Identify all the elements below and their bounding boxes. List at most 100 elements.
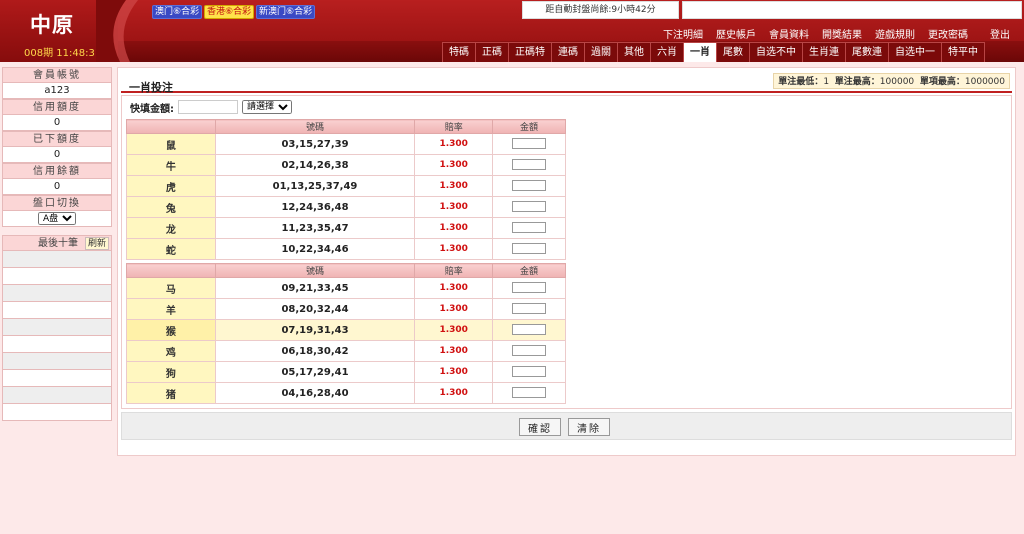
tab-other[interactable]: 其他: [617, 42, 650, 62]
bet-form: 快填金額: 請選擇 號碼 賠率 金額 鼠 03,15,27,39 1.300 牛…: [121, 95, 1012, 409]
amount-input[interactable]: [512, 365, 547, 377]
confirm-button[interactable]: 確認: [519, 418, 561, 436]
zodiac-name: 龙: [126, 217, 216, 239]
recent-bets: 最後十筆 刷新: [2, 235, 112, 421]
table-row: 龙 11,23,35,47 1.300: [126, 217, 566, 239]
link-change-password[interactable]: 更改密碼: [928, 26, 968, 41]
game-button-hongkong[interactable]: 香港⑥合彩: [204, 5, 255, 19]
tab-six-zodiac[interactable]: 六肖: [650, 42, 683, 62]
zodiac-name: 蛇: [126, 238, 216, 260]
zodiac-numbers: 12,24,36,48: [214, 196, 416, 218]
amount-cell: [492, 196, 566, 218]
game-button-macau[interactable]: 澳门⑥合彩: [152, 5, 203, 19]
zodiac-numbers: 07,19,31,43: [214, 319, 416, 341]
zodiac-odds[interactable]: 1.300: [414, 361, 494, 383]
line-switch-cell: A盘: [2, 211, 112, 227]
amount-cell: [492, 319, 566, 341]
logo: 中原: [30, 13, 74, 37]
tab-zodiac-link[interactable]: 生肖連: [802, 42, 845, 62]
col-numbers: 號碼: [214, 263, 416, 278]
amount-cell: [492, 340, 566, 362]
amount-input[interactable]: [512, 344, 547, 356]
amount-cell: [492, 217, 566, 239]
period-clock: 008期 11:48:31: [24, 48, 102, 59]
bet-panel: 一肖投注 單注最低：1 單注最高：100000 單項最高：1000000 快填金…: [117, 67, 1016, 456]
placed-label: 已下額度: [2, 131, 112, 147]
amount-input[interactable]: [512, 158, 547, 170]
announcement-marquee: [682, 1, 1022, 19]
amount-input[interactable]: [512, 200, 547, 212]
refresh-button[interactable]: 刷新: [84, 237, 109, 250]
zodiac-odds[interactable]: 1.300: [414, 196, 494, 218]
zodiac-odds[interactable]: 1.300: [414, 133, 494, 155]
tab-tail-number[interactable]: 尾數: [716, 42, 749, 62]
zodiac-odds[interactable]: 1.300: [414, 382, 494, 404]
tab-custom-miss[interactable]: 自选不中: [749, 42, 802, 62]
amount-input[interactable]: [512, 281, 547, 293]
zodiac-numbers: 02,14,26,38: [214, 154, 416, 176]
link-game-rules[interactable]: 遊戲規則: [875, 26, 915, 41]
clear-button[interactable]: 清除: [568, 418, 610, 436]
tab-normal[interactable]: 正碼: [475, 42, 508, 62]
zodiac-odds[interactable]: 1.300: [414, 298, 494, 320]
tab-parlay[interactable]: 過關: [584, 42, 617, 62]
link-bet-details[interactable]: 下注明細: [663, 26, 703, 41]
credit-label: 信用額度: [2, 99, 112, 115]
link-logout[interactable]: 登出: [990, 26, 1010, 41]
zodiac-odds[interactable]: 1.300: [414, 154, 494, 176]
tab-custom-hit-one[interactable]: 自选中一: [888, 42, 941, 62]
amount-input[interactable]: [512, 179, 547, 191]
table-row: 蛇 10,22,34,46 1.300: [126, 238, 566, 260]
table-row: 马 09,21,33,45 1.300: [126, 277, 566, 299]
zodiac-odds[interactable]: 1.300: [414, 277, 494, 299]
table-row: 狗 05,17,29,41 1.300: [126, 361, 566, 383]
amount-input[interactable]: [512, 386, 547, 398]
zodiac-numbers: 03,15,27,39: [214, 133, 416, 155]
zodiac-name: 猪: [126, 382, 216, 404]
zodiac-odds[interactable]: 1.300: [414, 238, 494, 260]
recent-bets-title: 最後十筆: [38, 238, 78, 249]
credit-value: 0: [2, 115, 112, 131]
amount-cell: [492, 154, 566, 176]
amount-input[interactable]: [512, 221, 547, 233]
zodiac-odds[interactable]: 1.300: [414, 319, 494, 341]
link-draw-results[interactable]: 開獎結果: [822, 26, 862, 41]
col-zodiac: [126, 263, 216, 278]
amount-cell: [492, 133, 566, 155]
amount-input[interactable]: [512, 137, 547, 149]
quick-amount-input[interactable]: [178, 100, 238, 114]
zodiac-table-1: 號碼 賠率 金額 鼠 03,15,27,39 1.300 牛 02,14,26,…: [126, 119, 566, 260]
amount-input[interactable]: [512, 323, 547, 335]
zodiac-numbers: 09,21,33,45: [214, 277, 416, 299]
item-max-label: 單項最高：: [919, 77, 965, 87]
tab-normal-special[interactable]: 正碼特: [508, 42, 551, 62]
tab-special[interactable]: 特碼: [442, 42, 475, 62]
balance-value: 0: [2, 179, 112, 195]
zodiac-numbers: 04,16,28,40: [214, 382, 416, 404]
zodiac-odds[interactable]: 1.300: [414, 217, 494, 239]
action-bar: 確認 清除: [121, 412, 1012, 440]
table-row: 鸡 06,18,30,42 1.300: [126, 340, 566, 362]
amount-input[interactable]: [512, 302, 547, 314]
tab-one-zodiac[interactable]: 一肖: [683, 42, 716, 62]
link-member-info[interactable]: 會員資料: [769, 26, 809, 41]
tab-special-flat[interactable]: 特平中: [941, 42, 985, 62]
recent-row: [2, 370, 112, 387]
recent-row: [2, 336, 112, 353]
col-numbers: 號碼: [214, 119, 416, 134]
panel-title-bar: 一肖投注 單注最低：1 單注最高：100000 單項最高：1000000: [121, 71, 1012, 94]
zodiac-odds[interactable]: 1.300: [414, 175, 494, 197]
recent-row: [2, 268, 112, 285]
quick-fill-select[interactable]: 請選擇: [242, 100, 292, 114]
link-history[interactable]: 歷史帳戶: [716, 26, 756, 41]
zodiac-name: 鼠: [126, 133, 216, 155]
amount-input[interactable]: [512, 242, 547, 254]
line-switch-select[interactable]: A盘: [38, 212, 76, 225]
tab-tail-link[interactable]: 尾數連: [845, 42, 888, 62]
game-button-new-macau[interactable]: 新澳门⑥合彩: [256, 5, 316, 19]
close-countdown: 距自動封盤尚餘:9小時42分: [522, 1, 679, 19]
tab-consecutive[interactable]: 連碼: [551, 42, 584, 62]
zodiac-numbers: 05,17,29,41: [214, 361, 416, 383]
recent-row: [2, 251, 112, 268]
zodiac-odds[interactable]: 1.300: [414, 340, 494, 362]
